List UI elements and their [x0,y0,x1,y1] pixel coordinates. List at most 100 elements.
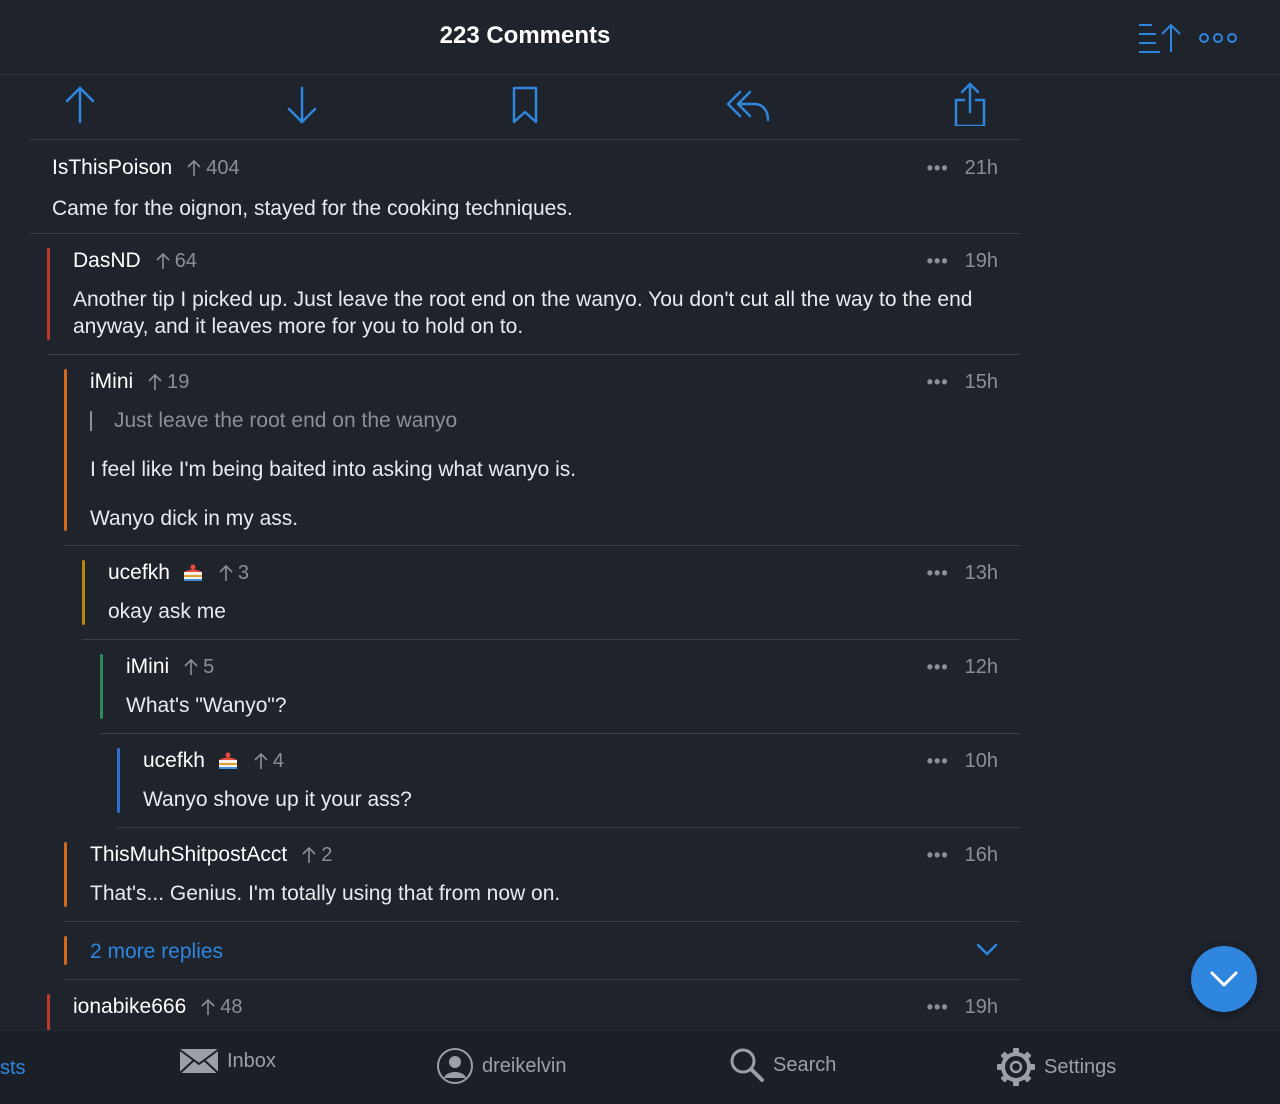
comment-meta: ••• 19h [927,996,998,1018]
bookmark-icon[interactable] [505,82,545,126]
tab-posts[interactable]: sts [0,1057,26,1080]
comment-score: 19 [147,371,189,394]
arrow-up-icon [219,564,233,581]
comment-score: 5 [183,656,214,679]
comment-meta: ••• 21h [927,157,998,179]
more-dots-icon[interactable]: ••• [927,158,949,179]
comment[interactable]: ThisMuhShitpostAcct 2 ••• 16h That's... … [64,828,1020,922]
comment-score-value: 5 [203,655,215,678]
more-dots-icon[interactable]: ••• [927,372,949,393]
more-dots-icon[interactable]: ••• [927,563,949,584]
comment-meta: ••• 19h [927,250,998,272]
comment-meta: ••• 16h [927,844,998,866]
arrow-up-icon [254,752,268,769]
comment-time: 19h [964,249,998,272]
depth-bar [64,842,67,907]
depth-bar [47,248,50,340]
comment-author[interactable]: iMini [126,655,169,679]
comment-score-value: 64 [174,249,197,272]
depth-bar [117,748,120,813]
comment-quote: Just leave the root end on the wanyo [90,407,1020,434]
comment[interactable]: ucefkh 3 ••• 13h okay ask me [82,546,1020,640]
more-dots-icon[interactable]: ••• [927,657,949,678]
comment[interactable]: iMini 5 ••• 12h What's "Wanyo"? [100,640,1020,734]
arrow-up-icon [201,998,215,1015]
sort-icon[interactable] [1138,22,1184,54]
post-action-bar [30,76,1020,140]
comment-author[interactable]: iMini [90,370,133,394]
chevron-down-icon [1210,971,1238,987]
cake-flair-icon [183,564,202,581]
comment[interactable]: DasND 64 ••• 19h Another tip I picked up… [47,234,1020,355]
comment-score: 64 [155,250,197,273]
comment-score-value: 404 [206,156,240,179]
chevron-down-icon[interactable] [976,942,998,958]
comment-time: 16h [964,843,998,866]
comment-body: Came for the oignon, stayed for the cook… [52,197,573,220]
comment[interactable]: iMini 19 ••• 15h Just leave the root end… [64,355,1020,546]
comment-author[interactable]: ucefkh [108,561,170,585]
more-dots-icon[interactable]: ••• [927,751,949,772]
comment-header: ucefkh 3 [108,561,1020,585]
comment-meta: ••• 10h [927,750,998,772]
more-dots-icon[interactable]: ••• [927,251,949,272]
comment-body: That's... Genius. I'm totally using that… [90,882,561,905]
comment[interactable]: IsThisPoison 404 ••• 21h Came for the oi… [30,141,1020,234]
search-icon [730,1048,764,1082]
comment-author[interactable]: ThisMuhShitpostAcct [90,843,287,867]
next-comment-button[interactable] [1191,946,1257,1012]
envelope-icon [179,1049,219,1074]
tab-inbox[interactable]: Inbox [179,1047,276,1075]
comment-score: 2 [301,844,332,867]
comment-thread: IsThisPoison 404 ••• 21h Came for the oi… [0,141,1020,1040]
comment-header: DasND 64 [73,249,1020,273]
share-icon[interactable] [950,82,990,126]
tab-label: Inbox [227,1049,276,1072]
comment-time: 15h [964,370,998,393]
more-dots-icon[interactable]: ••• [927,845,949,866]
tab-label: dreikelvin [482,1054,567,1077]
more-options-icon[interactable] [1198,30,1238,46]
comment-author[interactable]: DasND [73,249,141,273]
comment-body: okay ask me [108,600,226,623]
user-avatar-icon [437,1048,473,1084]
comment-header: ThisMuhShitpostAcct 2 [90,843,1020,867]
comment-author[interactable]: ionabike666 [73,995,186,1019]
tab-profile[interactable]: dreikelvin [436,1047,566,1085]
tab-search[interactable]: Search [729,1047,836,1083]
depth-bar [82,560,85,625]
depth-bar [64,369,67,531]
comment-author[interactable]: ucefkh [143,749,205,773]
more-replies-label[interactable]: 2 more replies [90,940,223,964]
reply-icon[interactable] [726,82,772,126]
comment[interactable]: ucefkh 4 ••• 10h Wanyo shove up it your … [117,734,1020,828]
cake-flair-icon [218,752,237,769]
upvote-icon[interactable] [60,82,100,126]
more-replies-button[interactable]: 2 more replies [64,922,1020,980]
comment-header: ucefkh 4 [143,749,1020,773]
comment-score-value: 48 [220,995,243,1018]
comment-header: iMini 5 [126,655,1020,679]
comment-time: 21h [964,156,998,179]
tab-label: Search [773,1053,837,1076]
depth-bar [100,654,103,719]
downvote-icon[interactable] [282,82,322,126]
tab-label: sts [0,1057,26,1079]
comment-score: 4 [253,750,284,773]
comment-author[interactable]: IsThisPoison [52,156,172,180]
comment-score: 404 [186,156,240,180]
comment-body: I feel like I'm being baited into asking… [90,458,577,481]
comment-score-value: 4 [272,749,284,772]
comment-score-value: 2 [321,843,333,866]
comment-meta: ••• 13h [927,562,998,584]
comment-body: Another tip I picked up. Just leave the … [73,288,973,338]
page-title: 223 Comments [439,22,611,49]
comment-header: ionabike666 48 [73,995,1020,1019]
tab-bar: sts Inbox dreikelvin Search Settings [0,1030,1280,1104]
comment-body: Wanyo dick in my ass. [90,507,299,530]
comment-header: iMini 19 [90,370,1020,394]
more-dots-icon[interactable]: ••• [927,997,949,1018]
comment-body: Wanyo shove up it your ass? [143,788,412,811]
arrow-up-icon [184,658,198,675]
tab-settings[interactable]: Settings [996,1047,1116,1087]
